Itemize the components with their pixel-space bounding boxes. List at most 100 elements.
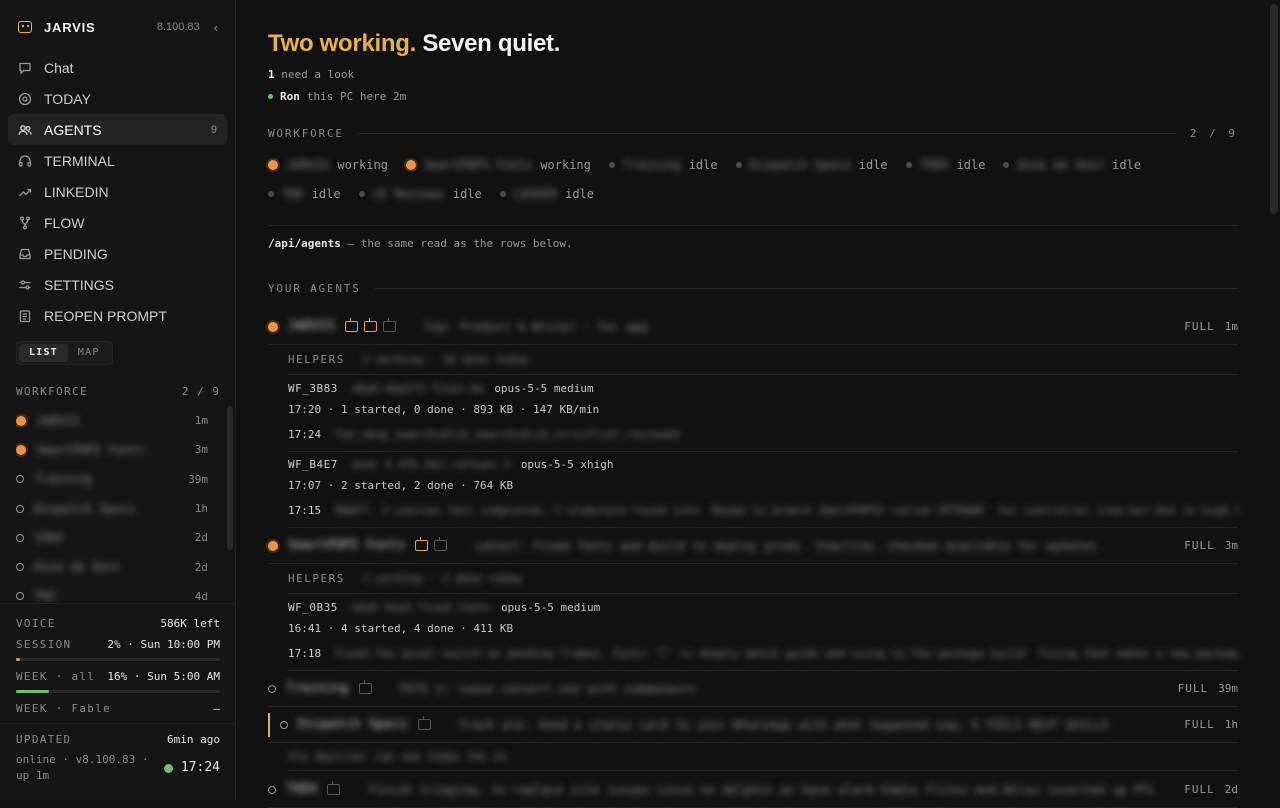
nav-item-reopen-prompt[interactable]: REOPEN PROMPT	[8, 300, 227, 331]
robot-icon	[358, 680, 372, 694]
agent-chip[interactable]: Training idle	[608, 155, 718, 175]
status-idle-icon	[280, 720, 288, 729]
sidebar-workforce-count: 2 / 9	[181, 385, 220, 398]
trend-icon	[18, 185, 32, 199]
nav-item-terminal[interactable]: TERMINAL	[8, 145, 227, 176]
agent-desc: Top: Product & Writer · for app	[423, 319, 648, 334]
divider	[268, 225, 1238, 226]
agent-name: SmartPOPS Fonts	[288, 538, 406, 553]
status-idle-icon	[16, 592, 24, 601]
agent-chip[interactable]: SmartPOPS Fonts working	[405, 155, 591, 175]
workforce-count: 2 / 9	[1189, 127, 1238, 140]
agent-time: 4d	[194, 589, 208, 602]
nav-item-linkedin[interactable]: LINKEDIN	[8, 176, 227, 207]
agent-name: Training	[286, 681, 349, 696]
api-text: — the same read as the rows below.	[347, 237, 573, 250]
week-all-row: WEEK · all 16% · Sun 5:00 AM	[16, 668, 220, 684]
agent-name: TNX	[34, 589, 56, 602]
agent-row-smartpops[interactable]: SmartPOPS Fonts Latest: Fixed fonts and …	[268, 528, 1238, 564]
workflow-log-time: 17:15	[288, 503, 322, 517]
list-item[interactable]: Dispatch Specs 1h	[16, 494, 208, 523]
your-agents-title: YOUR AGENTS	[268, 282, 361, 295]
status-idle-icon	[268, 191, 274, 197]
map-view-button[interactable]: MAP	[68, 344, 110, 362]
workflow-hash: e6a4-4aa1f3 fixes-bu	[351, 381, 485, 395]
agent-row-jarvis[interactable]: JARVIS Top: Product & Writer · for app F…	[268, 309, 1238, 345]
main-content: Two working. Seven quiet. 1 need a look …	[236, 0, 1280, 808]
status-working-icon	[268, 321, 278, 332]
nav-item-settings[interactable]: SETTINGS	[8, 269, 227, 300]
presence-dot-icon	[268, 94, 273, 99]
session-value: 2% · Sun 10:00 PM	[107, 637, 220, 651]
agent-meta: FULL 2d	[1184, 783, 1238, 796]
list-item[interactable]: TNX 4d	[16, 582, 208, 602]
agent-chip[interactable]: Ouse de Gest idle	[1003, 155, 1141, 175]
workflow-hash: aeac 4 4fb 2b1 refsuer 2	[351, 457, 511, 471]
chip-status: idle	[1112, 158, 1142, 172]
session-label: SESSION	[16, 637, 72, 651]
voice-row: VOICE 586K left	[16, 615, 220, 631]
agent-time: 1m	[194, 414, 208, 428]
agent-chip[interactable]: LEDGER idle	[499, 184, 595, 204]
agent-name: SmartPOPS Fonts	[36, 442, 145, 457]
status-idle-icon	[1003, 162, 1010, 168]
agent-chip[interactable]: CE Reviews idle	[358, 184, 482, 204]
chip-name: Ouse de Gest	[1017, 158, 1105, 172]
chip-status: working	[337, 158, 388, 172]
nav-item-today[interactable]: TODAY	[8, 83, 227, 114]
sidebar-scrollbar[interactable]	[227, 406, 233, 550]
agent-mode: FULL	[1184, 539, 1215, 552]
agents-count-badge: 9	[210, 123, 217, 136]
nav-item-chat[interactable]: Chat	[8, 52, 227, 83]
chip-name: JARVIS	[286, 158, 330, 172]
list-item[interactable]: JARVIS 1m	[16, 406, 208, 435]
headline-working: Two working.	[268, 30, 416, 57]
chip-status: idle	[565, 187, 595, 201]
chip-name: TNX	[282, 187, 304, 201]
status-working-icon	[268, 540, 278, 551]
nav-item-pending[interactable]: PENDING	[8, 238, 227, 269]
workflow-stats: 16:41 · 4 started, 4 done · 411 KB	[288, 621, 514, 635]
agent-chip[interactable]: TNX idle	[268, 184, 341, 204]
chat-icon	[18, 61, 32, 75]
workflow-block[interactable]: WF_0B35 e6a4 4ea3 fixed fonts opus-5-5 med…	[288, 596, 1238, 671]
workflow-block[interactable]: WF_B4E7 aeac 4 4fb 2b1 refsuer 2 opus-5-5 …	[288, 453, 1238, 528]
helpers-row: HELPERS 1 working · 3 done today	[288, 564, 1238, 594]
list-item[interactable]: Training 39m	[16, 465, 208, 494]
chip-status: idle	[311, 187, 341, 201]
agent-mode: FULL	[1184, 718, 1215, 731]
list-item[interactable]: SmartPOPS Fonts 3m	[16, 435, 208, 464]
list-item[interactable]: TODO 2d	[16, 523, 208, 552]
presence-line: Ron this PC here 2m	[268, 90, 406, 103]
collapse-sidebar-icon[interactable]: ‹	[214, 20, 218, 35]
list-item[interactable]: Ouse de Gest 2d	[16, 552, 208, 581]
helpers-label: HELPERS	[288, 572, 345, 585]
agent-time: 3m	[194, 443, 208, 457]
main-scrollbar[interactable]	[1270, 4, 1278, 214]
agent-name: JARVIS	[36, 413, 80, 428]
presence-text: this PC here 2m	[306, 90, 407, 103]
chip-status: working	[540, 158, 591, 172]
needs-look-count: 1	[268, 68, 275, 81]
helper-bots	[417, 716, 431, 730]
agent-chip[interactable]: JARVIS working	[268, 155, 388, 175]
agent-row-dispatch[interactable]: Dispatch Specs Track are: Send a status …	[268, 707, 1238, 743]
nav-label: PENDING	[44, 245, 108, 262]
nav-label: TERMINAL	[44, 152, 115, 169]
chip-status: idle	[452, 187, 482, 201]
nav-item-flow[interactable]: FLOW	[8, 207, 227, 238]
agent-time: 2d	[194, 531, 208, 545]
chip-status: idle	[688, 158, 718, 172]
week-fable-label: WEEK · Fable	[16, 701, 112, 715]
week-all-progress-fill	[16, 690, 49, 693]
agent-name: Dispatch Specs	[34, 501, 136, 516]
agent-chip[interactable]: TODO idle	[905, 155, 985, 175]
nav-item-agents[interactable]: AGENTS 9	[8, 114, 227, 145]
workflow-stats: 17:20 · 1 started, 0 done · 893 KB · 147…	[288, 402, 600, 416]
list-view-button[interactable]: LIST	[19, 344, 68, 362]
workflow-block[interactable]: WF_3B83 e6a4-4aa1f3 fixes-bu opus-5-5 medi…	[288, 377, 1238, 452]
workflow-model: opus-5-5 medium	[494, 381, 594, 395]
agent-chip[interactable]: Dispatch Specs idle	[735, 155, 888, 175]
agent-row-todo[interactable]: TODO Finish triaging: to replace site is…	[268, 772, 1238, 808]
agent-row-training[interactable]: Training POTS e: leave convert one with …	[268, 671, 1238, 707]
